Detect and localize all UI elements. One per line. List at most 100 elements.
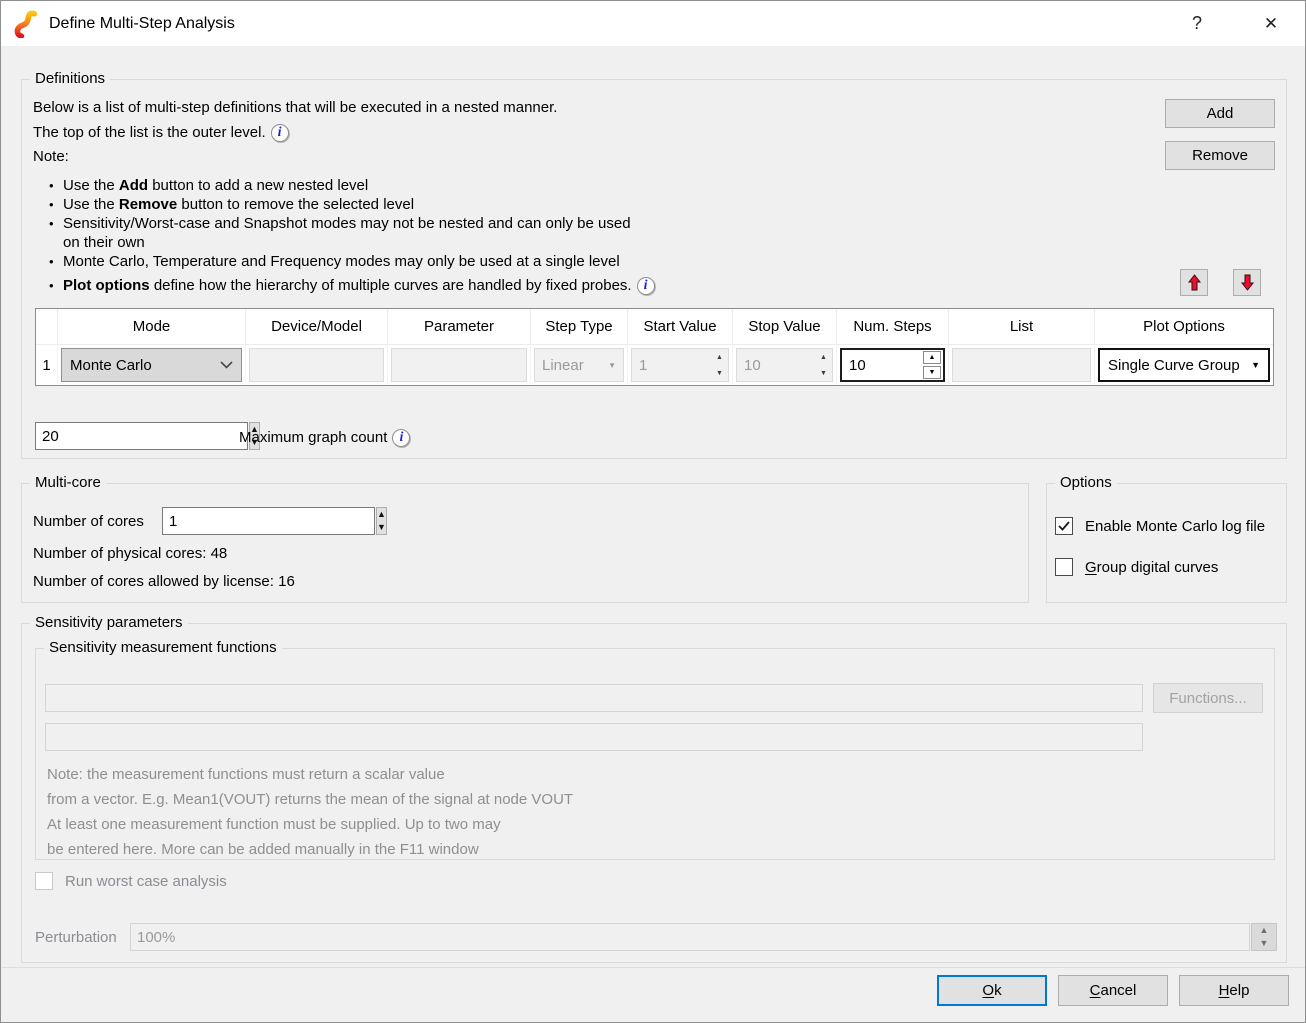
multicore-group-label: Multi-core bbox=[30, 474, 106, 491]
col-header-start-value: Start Value bbox=[628, 309, 733, 345]
check-icon bbox=[1058, 521, 1070, 531]
spin-up-icon[interactable]: ▲ bbox=[377, 508, 386, 521]
notes-bullet-list: • Use the Add button to add a new nested… bbox=[49, 176, 655, 295]
define-multistep-analysis-dialog: Define Multi-Step Analysis ? ✕ Definitio… bbox=[0, 0, 1306, 1023]
step-type-combobox[interactable]: Linear ▼ bbox=[534, 348, 624, 382]
col-header-step-type: Step Type bbox=[531, 309, 628, 345]
bullet-icon: • bbox=[49, 176, 63, 195]
mode-combobox[interactable]: Monte Carlo bbox=[61, 348, 242, 382]
plot-options-value: Single Curve Group bbox=[1108, 357, 1240, 374]
bullet-item: • Monte Carlo, Temperature and Frequency… bbox=[49, 252, 655, 271]
dropdown-arrow-icon: ▼ bbox=[608, 361, 616, 370]
add-button[interactable]: Add bbox=[1165, 99, 1275, 128]
spin-down-icon[interactable]: ▼ bbox=[711, 365, 728, 381]
move-up-button[interactable] bbox=[1180, 269, 1208, 296]
spin-up-icon[interactable]: ▲ bbox=[815, 349, 832, 365]
bullet-text: Sensitivity/Worst-case and Snapshot mode… bbox=[63, 214, 631, 252]
cancel-button[interactable]: Cancel bbox=[1058, 975, 1168, 1006]
group-digital-curves-checkbox-row: Group digital curves bbox=[1055, 558, 1218, 576]
info-icon[interactable]: i bbox=[271, 124, 289, 142]
multicore-group: Multi-core Number of cores ▲▼ Number of … bbox=[21, 483, 1029, 603]
bullet-item: • Use the Remove button to remove the se… bbox=[49, 195, 655, 214]
max-graph-count-input[interactable] bbox=[35, 422, 248, 450]
col-header-list: List bbox=[949, 309, 1095, 345]
intro-line2: The top of the list is the outer level. bbox=[33, 124, 266, 141]
bullet-icon: • bbox=[49, 276, 63, 295]
sensitivity-functions-group-label: Sensitivity measurement functions bbox=[44, 639, 282, 656]
definitions-group-label: Definitions bbox=[30, 70, 110, 87]
options-group-label: Options bbox=[1055, 474, 1117, 491]
num-steps-spinbox[interactable]: 10 ▲ ▼ bbox=[840, 348, 945, 382]
spin-up-icon[interactable]: ▲ bbox=[923, 351, 941, 364]
window-title: Define Multi-Step Analysis bbox=[49, 15, 235, 33]
spin-up-icon[interactable]: ▲ bbox=[1252, 924, 1276, 937]
red-down-arrow-icon bbox=[1241, 274, 1254, 291]
run-worst-case-checkbox-row: Run worst case analysis bbox=[35, 872, 227, 890]
stop-value-spinbox[interactable]: 10 ▲▼ bbox=[736, 348, 833, 382]
col-header-mode: Mode bbox=[58, 309, 246, 345]
plot-options-combobox[interactable]: Single Curve Group ▼ bbox=[1098, 348, 1270, 382]
perturbation-input[interactable] bbox=[130, 923, 1250, 951]
max-graph-count-label-row: Maximum graph count i bbox=[239, 429, 410, 447]
intro-line2-row: The top of the list is the outer level. i bbox=[33, 120, 557, 145]
run-worst-case-checkbox[interactable] bbox=[35, 872, 53, 890]
measurement-function-field-2[interactable] bbox=[45, 723, 1143, 751]
parameter-field[interactable] bbox=[391, 348, 527, 382]
spin-down-icon[interactable]: ▼ bbox=[1252, 937, 1276, 950]
enable-mc-log-label: Enable Monte Carlo log file bbox=[1085, 518, 1265, 535]
dropdown-arrow-icon: ▼ bbox=[1251, 360, 1260, 370]
info-icon[interactable]: i bbox=[637, 277, 655, 295]
definitions-group: Definitions Below is a list of multi-ste… bbox=[21, 79, 1287, 459]
table-header-row: Mode Device/Model Parameter Step Type St… bbox=[36, 309, 1273, 345]
enable-mc-log-checkbox[interactable] bbox=[1055, 517, 1073, 535]
max-graph-count-label: Maximum graph count bbox=[239, 429, 387, 446]
definitions-intro: Below is a list of multi-step definition… bbox=[33, 95, 557, 145]
bullet-item: • Plot options define how the hierarchy … bbox=[49, 276, 655, 295]
device-model-field[interactable] bbox=[249, 348, 384, 382]
spin-down-icon[interactable]: ▼ bbox=[377, 521, 386, 534]
start-value-spinbox[interactable]: 1 ▲▼ bbox=[631, 348, 729, 382]
list-field[interactable] bbox=[952, 348, 1091, 382]
footer-separator bbox=[2, 967, 1306, 968]
mode-value: Monte Carlo bbox=[70, 357, 152, 374]
bullet-icon: • bbox=[49, 195, 63, 214]
functions-button[interactable]: Functions... bbox=[1153, 683, 1263, 713]
start-value: 1 bbox=[632, 357, 711, 374]
window-help-button[interactable]: ? bbox=[1169, 1, 1225, 46]
perturbation-spinbox: ▲▼ bbox=[130, 923, 1277, 951]
options-group: Options Enable Monte Carlo log file Grou… bbox=[1046, 483, 1287, 603]
group-digital-curves-checkbox[interactable] bbox=[1055, 558, 1073, 576]
red-up-arrow-icon bbox=[1188, 274, 1201, 291]
spin-up-icon[interactable]: ▲ bbox=[711, 349, 728, 365]
window-close-button[interactable]: ✕ bbox=[1241, 1, 1301, 46]
max-graph-count-spinbox: ▲▼ bbox=[35, 422, 233, 450]
enable-mc-log-checkbox-row: Enable Monte Carlo log file bbox=[1055, 517, 1265, 535]
bullet-text: Use the Remove button to remove the sele… bbox=[63, 195, 414, 214]
number-of-cores-input[interactable] bbox=[162, 507, 375, 535]
sensitivity-functions-group: Sensitivity measurement functions Functi… bbox=[35, 648, 1275, 860]
ok-button[interactable]: Ok bbox=[937, 975, 1047, 1006]
app-logo-icon bbox=[13, 10, 39, 38]
remove-button[interactable]: Remove bbox=[1165, 141, 1275, 170]
help-button[interactable]: Help bbox=[1179, 975, 1289, 1006]
num-steps-value: 10 bbox=[842, 357, 921, 374]
bullet-icon: • bbox=[49, 252, 63, 271]
number-of-cores-spinbox: ▲▼ bbox=[162, 507, 360, 535]
info-icon[interactable]: i bbox=[392, 429, 410, 447]
measurement-function-field-1[interactable] bbox=[45, 684, 1143, 712]
bullet-item: • Sensitivity/Worst-case and Snapshot mo… bbox=[49, 214, 655, 252]
spin-down-icon[interactable]: ▼ bbox=[923, 366, 941, 379]
stop-value: 10 bbox=[737, 357, 815, 374]
col-header-device-model: Device/Model bbox=[246, 309, 388, 345]
spin-down-icon[interactable]: ▼ bbox=[815, 365, 832, 381]
move-down-button[interactable] bbox=[1233, 269, 1261, 296]
bullet-icon: • bbox=[49, 214, 63, 252]
chevron-down-icon bbox=[220, 361, 233, 369]
physical-cores-text: Number of physical cores: 48 bbox=[33, 545, 227, 562]
col-header-stop-value: Stop Value bbox=[733, 309, 837, 345]
sensitivity-parameters-group-label: Sensitivity parameters bbox=[30, 614, 188, 631]
table-row: 1 Monte Carlo Linear ▼ bbox=[36, 345, 1273, 385]
bullet-item: • Use the Add button to add a new nested… bbox=[49, 176, 655, 195]
measurement-note-1: Note: the measurement functions must ret… bbox=[47, 762, 573, 812]
bullet-text: Plot options define how the hierarchy of… bbox=[63, 276, 655, 295]
